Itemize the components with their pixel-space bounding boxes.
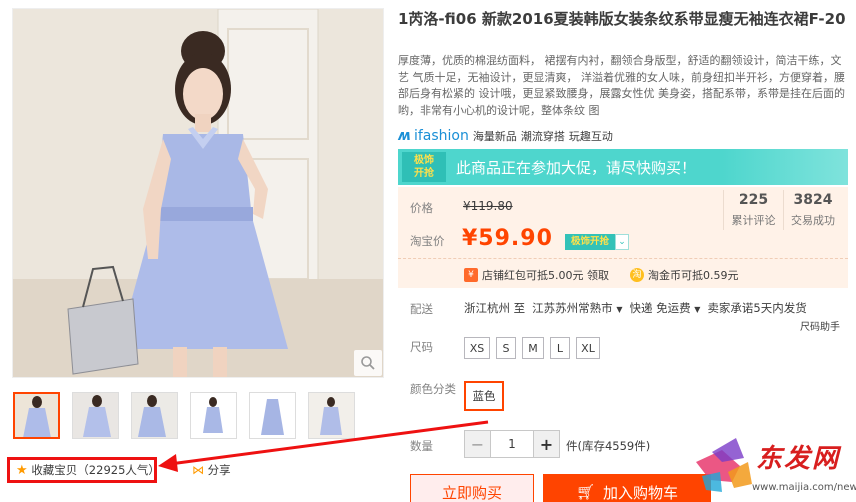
thumbnail-2[interactable] bbox=[72, 392, 119, 439]
size-option-xs[interactable]: XS bbox=[464, 337, 490, 359]
shipping-label: 配送 bbox=[410, 302, 433, 316]
annotation-arrow bbox=[158, 420, 489, 472]
add-to-cart-button[interactable]: 🛒︎ 加入购物车 bbox=[543, 474, 711, 502]
thumbnail-1[interactable] bbox=[13, 392, 60, 439]
color-label: 颜色分类 bbox=[410, 382, 456, 396]
favorite-label: 收藏宝贝（22925人气） bbox=[31, 463, 160, 477]
shipping-express-text: 快递 免运费 bbox=[629, 301, 691, 315]
current-price: ¥59.90 bbox=[462, 226, 553, 251]
ifashion-brand: ifashion bbox=[413, 128, 469, 144]
caret-down-icon: ▼ bbox=[694, 305, 701, 314]
caret-down-icon: ▼ bbox=[616, 305, 623, 314]
product-description: 厚度薄，优质的棉混纺面料， 裙摆有内衬，翻领合身版型，舒适的翻领设计，简洁干练，… bbox=[398, 54, 845, 117]
ifashion-logo: ʍ bbox=[398, 128, 411, 144]
shipping-destination-text: 江苏苏州常熟市 bbox=[532, 301, 613, 315]
shipping-express[interactable]: 快递 免运费 ▼ bbox=[629, 300, 700, 316]
color-option-blue[interactable]: 蓝色 bbox=[464, 381, 504, 411]
promo-text: 此商品正在参加大促，请尽快购买！ bbox=[456, 158, 697, 177]
buy-now-label: 立即购买 bbox=[441, 483, 502, 502]
quantity-decrease-button[interactable]: − bbox=[465, 431, 491, 457]
quantity-label: 数量 bbox=[410, 439, 433, 453]
shipping-info: 浙江杭州 至 江苏苏州常熟市 ▼ 快递 免运费 ▼ 卖家承诺5天内发货 bbox=[464, 300, 807, 316]
star-icon: ★ bbox=[16, 463, 28, 478]
gold-coin-icon: 淘 bbox=[630, 268, 644, 282]
color-option-label: 蓝色 bbox=[472, 389, 496, 403]
zoom-button[interactable] bbox=[354, 350, 382, 376]
watermark-brand: 东发网 bbox=[756, 444, 841, 474]
shipping-from: 浙江杭州 至 bbox=[464, 301, 526, 315]
coin-text: 淘金币可抵0.59元 bbox=[648, 269, 739, 282]
ifashion-row[interactable]: ʍ ifashion 海量新品 潮流穿搭 玩趣互动 bbox=[398, 127, 613, 145]
promo-decoration bbox=[722, 149, 848, 185]
promo-badge-bottom: 开抢 bbox=[414, 168, 434, 179]
watermark-url: www.maijia.com/news bbox=[752, 482, 856, 493]
size-option-s[interactable]: S bbox=[496, 337, 516, 359]
coupon-divider bbox=[398, 258, 848, 259]
sales-label: 交易成功 bbox=[791, 214, 835, 227]
shop-coupon-text: 店铺红包可抵5.00元 领取 bbox=[482, 269, 609, 282]
favorite-button[interactable]: ★ 收藏宝贝（22925人气） bbox=[16, 462, 160, 478]
shipping-destination[interactable]: 江苏苏州常熟市 ▼ bbox=[532, 300, 622, 316]
cart-icon: 🛒︎ bbox=[575, 483, 596, 501]
size-option-l[interactable]: L bbox=[550, 337, 570, 359]
product-title: 1芮洛-fi06 新款2016夏装韩版女装条纹系带显瘦无袖连衣裙F-20 bbox=[398, 10, 846, 28]
watermark: 东发网 www.maijia.com/news bbox=[692, 432, 856, 498]
original-price: ¥119.80 bbox=[463, 199, 513, 213]
ifashion-tag: 潮流穿搭 bbox=[520, 130, 565, 143]
reviews-label: 累计评论 bbox=[731, 214, 776, 227]
magnifier-icon bbox=[361, 356, 375, 370]
model-photo bbox=[13, 9, 383, 377]
promo-badge: 极饰 开抢 bbox=[402, 152, 446, 182]
price-tag-label: 极饰开抢 bbox=[565, 234, 616, 250]
add-to-cart-label: 加入购物车 bbox=[603, 483, 679, 502]
thumbnail-image bbox=[73, 393, 118, 438]
reviews-count[interactable]: 225 bbox=[724, 192, 783, 208]
buy-now-button[interactable]: 立即购买 bbox=[410, 474, 534, 502]
price-tag[interactable]: 极饰开抢 ⌄ bbox=[565, 234, 657, 250]
promo-banner[interactable]: 极饰 开抢 此商品正在参加大促，请尽快购买！ bbox=[398, 149, 848, 185]
price-label: 价格 bbox=[410, 201, 433, 215]
quantity-stepper: − 1 + bbox=[464, 430, 560, 458]
size-label: 尺码 bbox=[410, 340, 433, 354]
promo-badge-top: 极饰 bbox=[414, 155, 434, 166]
thumbnail-image bbox=[15, 394, 58, 437]
quantity-input[interactable]: 1 bbox=[491, 431, 533, 457]
sales-count[interactable]: 3824 bbox=[784, 192, 842, 208]
quantity-increase-button[interactable]: + bbox=[533, 431, 559, 457]
coin-coupon[interactable]: 淘 淘金币可抵0.59元 bbox=[630, 267, 739, 283]
ifashion-tag: 玩趣互动 bbox=[568, 130, 613, 143]
size-helper-link[interactable]: 尺码助手 bbox=[800, 318, 840, 333]
size-option-m[interactable]: M bbox=[522, 337, 544, 359]
shipping-promise: 卖家承诺5天内发货 bbox=[707, 301, 807, 315]
stock-info: 件(库存4559件) bbox=[566, 439, 651, 453]
size-option-xl[interactable]: XL bbox=[576, 337, 600, 359]
ifashion-tag: 海量新品 bbox=[472, 130, 517, 143]
taobao-price-label: 淘宝价 bbox=[410, 234, 445, 248]
chevron-down-icon: ⌄ bbox=[615, 234, 630, 250]
red-packet-icon: ¥ bbox=[464, 268, 478, 282]
shop-coupon[interactable]: ¥ 店铺红包可抵5.00元 领取 bbox=[464, 267, 609, 283]
main-product-image[interactable] bbox=[12, 8, 384, 378]
